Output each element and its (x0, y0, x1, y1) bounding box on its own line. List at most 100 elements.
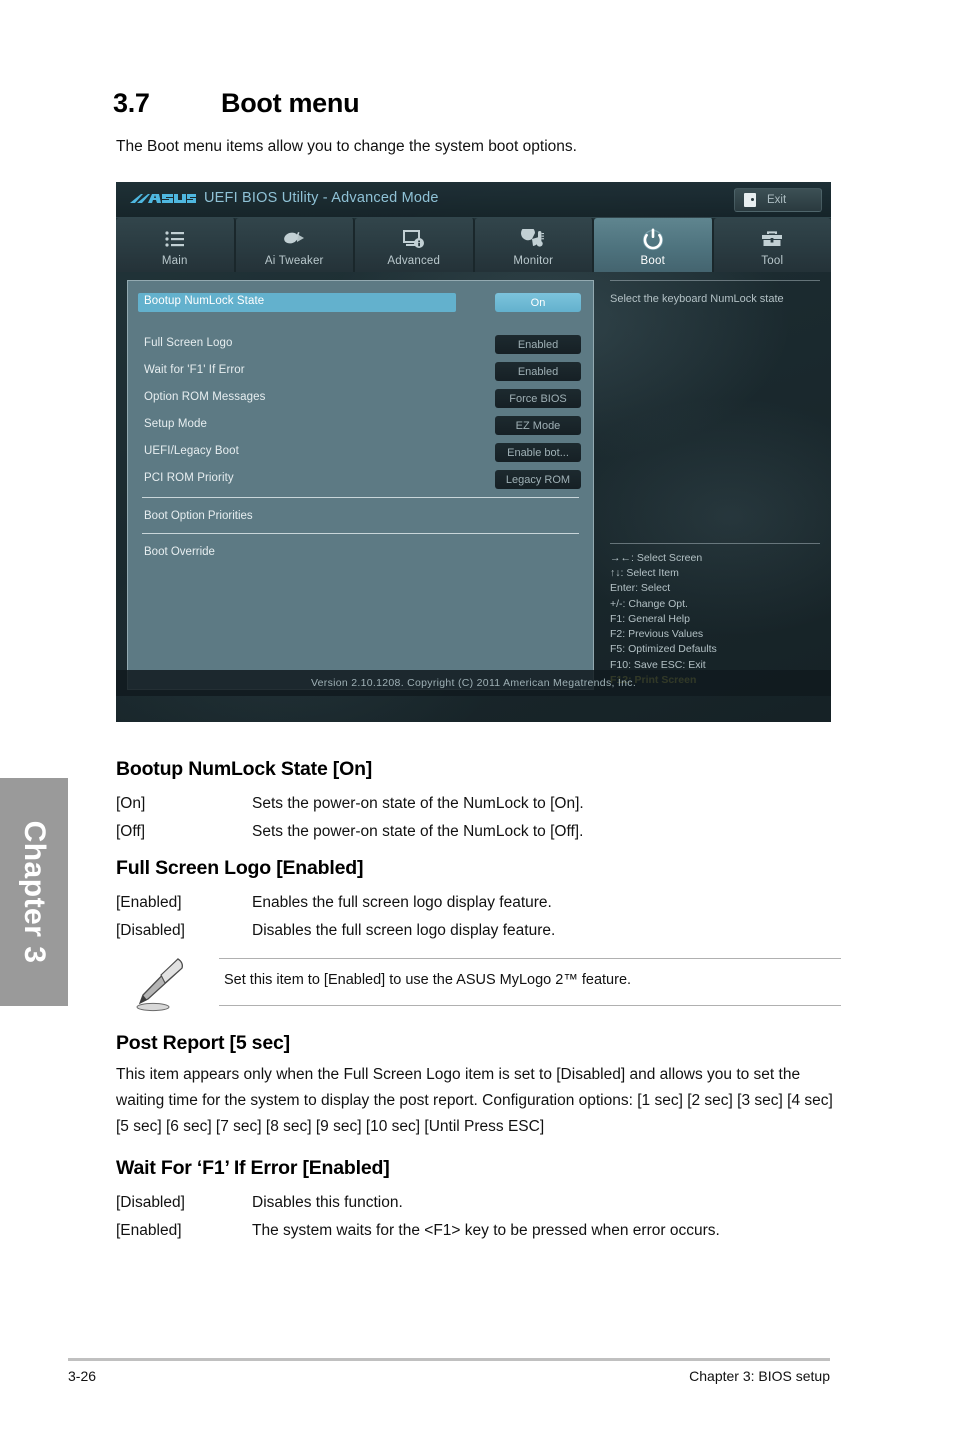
paragraph-post-report: This item appears only when the Full Scr… (116, 1062, 841, 1140)
setting-row-boot-override[interactable]: Boot Override (138, 544, 583, 563)
setting-value-wait-for-f1-if-error[interactable]: Enabled (495, 362, 581, 381)
setting-label: Boot Option Priorities (144, 510, 253, 522)
heading-full-screen-logo: Full Screen Logo [Enabled] (116, 857, 364, 879)
exit-button[interactable]: Exit (734, 188, 822, 212)
note-text: Set this item to [Enabled] to use the AS… (224, 972, 632, 988)
divider (142, 533, 579, 534)
chapter-tab-label: Chapter 3 (18, 820, 51, 964)
tab-tool[interactable]: Tool (713, 218, 831, 272)
list-icon (164, 226, 186, 252)
def-row: [Disabled] Disables the full screen logo… (116, 917, 841, 945)
def-row: [Off] Sets the power-on state of the Num… (116, 818, 841, 846)
setting-label: PCI ROM Priority (144, 472, 234, 484)
legend-item: +/-: Change Opt. (610, 597, 688, 610)
page-title: 3.7 Boot menu (113, 88, 843, 119)
bios-footer: Version 2.10.1208. Copyright (C) 2011 Am… (116, 670, 831, 696)
def-desc: The system waits for the <F1> key to be … (252, 1222, 720, 1239)
setting-label: UEFI/Legacy Boot (144, 445, 239, 457)
tab-monitor-label: Monitor (513, 255, 554, 267)
bios-screenshot: UEFI BIOS Utility - Advanced Mode Exit M… (116, 182, 831, 722)
divider (219, 1005, 841, 1006)
setting-row-uefi-legacy-boot[interactable]: UEFI/Legacy Boot Enable bot... (138, 443, 583, 462)
divider (219, 958, 841, 959)
setting-label: Setup Mode (144, 418, 208, 430)
divider (610, 280, 820, 281)
heading-post-report: Post Report [5 sec] (116, 1032, 290, 1054)
setting-value-pci-rom-priority[interactable]: Legacy ROM (495, 470, 581, 489)
bios-title: UEFI BIOS Utility - Advanced Mode (204, 190, 439, 206)
def-term: [On] (116, 795, 146, 812)
setting-value-option-rom-messages[interactable]: Force BIOS (495, 389, 581, 408)
def-row: [Disabled] Disables this function. (116, 1189, 841, 1217)
section-intro: The Boot menu items allow you to change … (116, 138, 577, 155)
bios-body: Bootup NumLock State On Full Screen Logo… (116, 272, 831, 696)
heading-bootup-numlock: Bootup NumLock State [On] (116, 758, 373, 780)
footer-divider (68, 1358, 830, 1361)
pencil-note-icon (136, 958, 183, 1012)
settings-panel: Bootup NumLock State On Full Screen Logo… (127, 280, 594, 690)
setting-label: Bootup NumLock State (144, 295, 265, 307)
setting-row-bootup-numlock-state[interactable]: Bootup NumLock State On (138, 293, 583, 312)
setting-value-uefi-legacy-boot[interactable]: Enable bot... (495, 443, 581, 462)
setting-label: Full Screen Logo (144, 337, 233, 349)
tab-ai-tweaker-label: Ai Tweaker (264, 255, 324, 267)
tab-tool-label: Tool (761, 255, 784, 267)
setting-row-boot-option-priorities[interactable]: Boot Option Priorities (138, 508, 583, 527)
divider (610, 543, 820, 545)
setting-value-full-screen-logo[interactable]: Enabled (495, 335, 581, 354)
setting-row-option-rom-messages[interactable]: Option ROM Messages Force BIOS (138, 389, 583, 408)
tab-monitor[interactable]: Monitor (474, 218, 594, 272)
fan-thermometer-icon (521, 226, 545, 252)
section-post-report: Post Report [5 sec] (116, 1032, 841, 1055)
def-term: [Enabled] (116, 1222, 182, 1239)
legend-item: Enter: Select (610, 582, 671, 595)
def-term: [Enabled] (116, 894, 182, 911)
legend-item: F1: General Help (610, 612, 690, 625)
tweaker-icon (281, 226, 307, 252)
setting-row-wait-for-f1-if-error[interactable]: Wait for 'F1' If Error Enabled (138, 362, 583, 381)
chapter-tab: Chapter 3 (0, 778, 68, 1006)
def-desc: Disables the full screen logo display fe… (252, 922, 556, 939)
setting-label: Wait for 'F1' If Error (144, 364, 245, 376)
def-row: [Enabled] The system waits for the <F1> … (116, 1217, 841, 1245)
section-full-screen-logo: Full Screen Logo [Enabled] (116, 857, 841, 880)
tab-boot-label: Boot (640, 255, 665, 267)
setting-row-full-screen-logo[interactable]: Full Screen Logo Enabled (138, 335, 583, 354)
def-term: [Disabled] (116, 922, 185, 939)
post-report-text: This item appears only when the Full Scr… (116, 1066, 833, 1135)
note-box: Set this item to [Enabled] to use the AS… (116, 958, 841, 1012)
def-desc: Sets the power-on state of the NumLock t… (252, 823, 584, 840)
deflist-wait-for-f1: [Disabled] Disables this function. [Enab… (116, 1189, 841, 1245)
def-desc: Enables the full screen logo display fea… (252, 894, 552, 911)
setting-value-bootup-numlock-state[interactable]: On (495, 293, 581, 312)
legend-item: F2: Previous Values (610, 628, 704, 641)
monitor-info-icon (402, 226, 426, 252)
tab-boot[interactable]: Boot (594, 218, 714, 272)
help-text: Select the keyboard NumLock state (610, 293, 784, 305)
def-desc: Sets the power-on state of the NumLock t… (252, 795, 584, 812)
bios-header-bar: UEFI BIOS Utility - Advanced Mode Exit (116, 182, 831, 218)
section-number: 3.7 (113, 88, 150, 118)
setting-label: Boot Override (144, 546, 215, 558)
tab-main-label: Main (161, 255, 188, 267)
key-legend: →←: Select Screen ↑↓: Select Item Enter:… (610, 543, 820, 688)
bios-tab-bar: Main Ai Tweaker Advanced Monitor Boot To… (116, 218, 831, 272)
help-panel: Select the keyboard NumLock state →←: Se… (610, 280, 820, 690)
tab-advanced-label: Advanced (387, 255, 441, 267)
tab-advanced[interactable]: Advanced (355, 218, 475, 272)
setting-label: Option ROM Messages (144, 391, 266, 403)
tab-ai-tweaker[interactable]: Ai Tweaker (235, 218, 355, 272)
toolbox-icon (760, 226, 784, 252)
setting-row-pci-rom-priority[interactable]: PCI ROM Priority Legacy ROM (138, 470, 583, 489)
setting-value-setup-mode[interactable]: EZ Mode (495, 416, 581, 435)
tab-main[interactable]: Main (116, 218, 236, 272)
setting-row-setup-mode[interactable]: Setup Mode EZ Mode (138, 416, 583, 435)
asus-logo (130, 194, 196, 203)
exit-button-label: Exit (767, 194, 787, 206)
def-row: [Enabled] Enables the full screen logo d… (116, 889, 841, 917)
section-title: Boot menu (221, 88, 360, 118)
def-row: [On] Sets the power-on state of the NumL… (116, 790, 841, 818)
legend-item: ↑↓: Select Item (610, 567, 679, 580)
power-icon (641, 226, 665, 252)
